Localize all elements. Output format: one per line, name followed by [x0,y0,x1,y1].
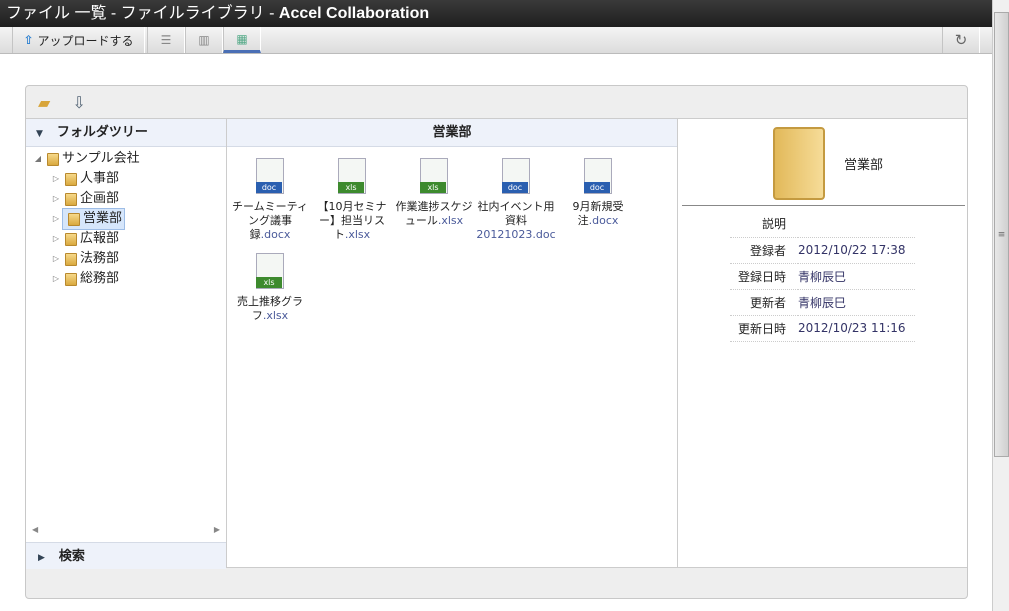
title-text: ファイル 一覧 - ファイルライブラリ - [6,5,279,22]
search-section-toggle[interactable]: ▶ 検索 [26,542,226,569]
upload-icon: ⇧ [23,33,34,47]
upload-button[interactable]: ⇧ アップロードする [12,27,145,53]
app-name: Accel Collaboration [278,5,430,22]
property-row: 更新日時 2012/10/23 11:16 [730,315,915,342]
property-value: 2012/10/23 11:16 [798,315,915,342]
doc-file-icon: doc [584,158,612,194]
folder-icon [65,192,77,206]
folder-tree-header[interactable]: ▼ フォルダツリー [26,119,226,147]
tree-horizontal-scrollbar[interactable]: ◀ ▶ [26,523,226,537]
icon-view-button[interactable]: ▦ [223,27,261,53]
folder-icon [65,252,77,266]
file-ext: .docx [588,214,619,227]
file-item[interactable]: doc 9月新規受注.docx [557,155,639,250]
list-view-icon: ☰ [160,33,172,47]
property-row: 更新者 青柳辰巳 [730,289,915,316]
tree-node-root[interactable]: ◢ サンプル会社 [26,149,226,169]
properties-table: 説明 登録者 2012/10/22 17:38 登録日時 青柳辰巳 更新者 青柳辰巳 更新日時… [730,211,915,342]
file-item[interactable]: xls 【10月セミナー】担当リスト.xlsx [311,155,393,250]
tree-node[interactable]: ▷ 総務部 [26,269,226,289]
file-item[interactable]: xls 売上推移グラフ.xlsx [229,250,311,345]
file-name: 社内イベント用資料 [477,200,555,227]
file-item[interactable]: doc チームミーティング議事録.docx [229,155,311,250]
doc-file-icon: doc [502,158,530,194]
tree-node[interactable]: ▷ 広報部 [26,229,226,249]
file-item[interactable]: xls 作業進捗スケジュール.xlsx [393,155,475,250]
toolbar: ⇧ アップロードする ☰ ▥ ▦ ↻ [0,27,992,54]
xls-file-icon: xls [338,158,366,194]
property-value: 2012/10/22 17:38 [798,237,915,264]
property-key: 登録者 [730,237,798,264]
folder-icon [47,152,59,166]
property-row: 登録日時 青柳辰巳 [730,263,915,290]
doc-file-icon: doc [256,158,284,194]
file-item[interactable]: doc 社内イベント用資料20121023.doc [475,155,557,250]
property-value: 青柳辰巳 [798,263,915,290]
xls-file-icon: xls [256,253,284,289]
list-view-button[interactable]: ☰ [147,27,185,53]
file-list: 営業部 doc チームミーティング議事録.docx xls 【10月セミナー】担当リス… [227,119,678,567]
property-key: 登録日時 [730,263,798,290]
refresh-button[interactable]: ↻ [942,27,980,53]
icon-view-icon: ▦ [236,31,248,46]
folder-icon [65,272,77,286]
property-row: 登録者 2012/10/22 17:38 [730,237,915,264]
current-folder-header: 営業部 [227,119,677,147]
page-scrollbar[interactable]: ≡ [992,0,1009,611]
upload-label: アップロードする [37,33,134,48]
file-ext: .xlsx [344,228,371,241]
property-row: 説明 [730,211,915,238]
property-key: 更新日時 [730,315,798,342]
refresh-icon: ↻ [954,31,968,49]
property-key: 更新者 [730,289,798,316]
folder-icon [68,212,80,226]
details-panel: 営業部 説明 登録者 2012/10/22 17:38 登録日時 青柳辰巳 更新者 青柳辰巳… [678,119,967,567]
column-view-button[interactable]: ▥ [185,27,223,53]
new-folder-icon[interactable]: ▰ [38,93,50,112]
tree-node[interactable]: ▷ 企画部 [26,189,226,209]
folder-tree: ▼ フォルダツリー ◢ サンプル会社 ▷ 人事部 ▷ 企画部 ▷ 営業部 ▷ 広報部 ▷ 法務… [26,119,227,569]
folder-icon [65,172,77,186]
tree-node-selected[interactable]: ▷ 営業部 [26,208,226,230]
detail-folder-name: 営業部 [844,158,884,173]
large-folder-icon [773,127,825,200]
tree-node[interactable]: ▷ 人事部 [26,169,226,189]
file-library-panel: ▰ ⇩ ▼ フォルダツリー ◢ サンプル会社 ▷ 人事部 ▷ 企画部 ▷ 営業部 ▷ 広報部… [25,85,968,599]
file-ext: 20121023.doc [476,228,556,241]
property-key: 説明 [730,211,798,238]
tree-node[interactable]: ▷ 法務部 [26,249,226,269]
property-value [798,211,915,238]
file-ext: .xlsx [262,309,289,322]
download-zip-icon[interactable]: ⇩ [72,93,85,112]
property-value: 青柳辰巳 [798,289,915,316]
window-title: ファイル 一覧 - ファイルライブラリ - Accel Collaboratio… [0,0,1009,27]
folder-icon [65,232,77,246]
scrollbar-thumb[interactable]: ≡ [994,12,1009,457]
file-ext: .xlsx [437,214,464,227]
xls-file-icon: xls [420,158,448,194]
file-ext: .docx [260,228,291,241]
column-view-icon: ▥ [198,33,210,47]
